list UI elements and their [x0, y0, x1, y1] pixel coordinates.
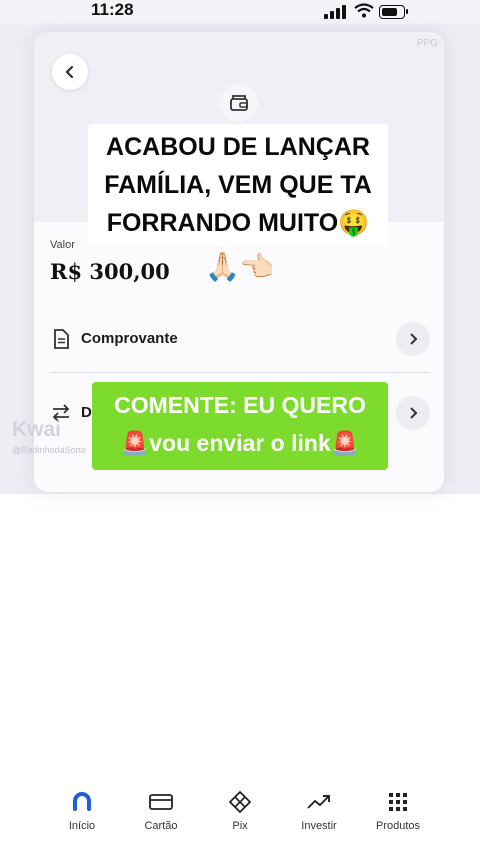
signal-bar	[330, 11, 334, 19]
status-time: 11:28	[91, 0, 134, 19]
amount-label: Valor	[50, 239, 75, 251]
nav-label-pix: Pix	[232, 820, 248, 832]
battery-icon	[379, 5, 405, 19]
row-divider	[50, 372, 430, 373]
row-comprovante[interactable]: Comprovante	[50, 320, 430, 360]
header-watermark: PPG	[416, 38, 438, 49]
nav-item-pix[interactable]: Pix	[200, 778, 280, 832]
caption-bottom-line2: 🚨vou enviar o link🚨	[120, 430, 360, 456]
kwai-watermark: Kwai	[12, 418, 62, 441]
nav-label-inicio: Início	[68, 820, 96, 832]
back-button[interactable]	[52, 54, 88, 90]
document-icon	[54, 329, 69, 349]
chart-up-icon	[307, 795, 330, 809]
nav-label-produtos: Produtos	[375, 820, 421, 832]
wallet-icon	[230, 95, 248, 111]
nav-item-cartao[interactable]: Cartão	[121, 778, 201, 832]
nav-item-inicio[interactable]: Início	[42, 778, 122, 832]
grid-icon	[389, 793, 407, 811]
signal-bar	[336, 8, 340, 19]
caption-top: ACABOU DE LANÇAR FAMÍLIA, VEM QUE TA FOR…	[88, 124, 388, 246]
chevron-left-icon	[65, 66, 73, 78]
bottom-navigation: Início Cartão Pix Investir Produtos	[36, 778, 446, 842]
status-icons	[324, 3, 414, 19]
nav-item-produtos[interactable]: Produtos	[358, 778, 438, 832]
pix-icon	[228, 790, 252, 814]
kwai-watermark-user: @RadinhodaSorte	[12, 445, 87, 455]
signal-bar	[342, 5, 346, 19]
home-ring-icon	[73, 792, 91, 811]
amount-value: R$ 300,00	[50, 259, 170, 284]
hands-emoji: 🙏🏻👈🏻	[205, 251, 275, 282]
row-comprovante-label: Comprovante	[81, 330, 178, 347]
nav-label-cartao: Cartão	[144, 820, 178, 832]
chevron-right-icon[interactable]	[396, 396, 430, 430]
signal-bar	[324, 14, 328, 19]
caption-bottom-line1: COMENTE: EU QUERO	[114, 392, 366, 418]
card-icon	[149, 794, 173, 810]
caption-bottom: COMENTE: EU QUERO 🚨vou enviar o link🚨	[92, 382, 388, 470]
nav-item-investir[interactable]: Investir	[279, 778, 359, 832]
wifi-icon	[354, 3, 374, 18]
chevron-right-icon[interactable]	[396, 322, 430, 356]
nav-label-investir: Investir	[301, 820, 337, 832]
status-bar: 11:28	[0, 0, 480, 24]
receipt-icon-badge	[220, 84, 258, 122]
battery-tip	[406, 9, 408, 14]
